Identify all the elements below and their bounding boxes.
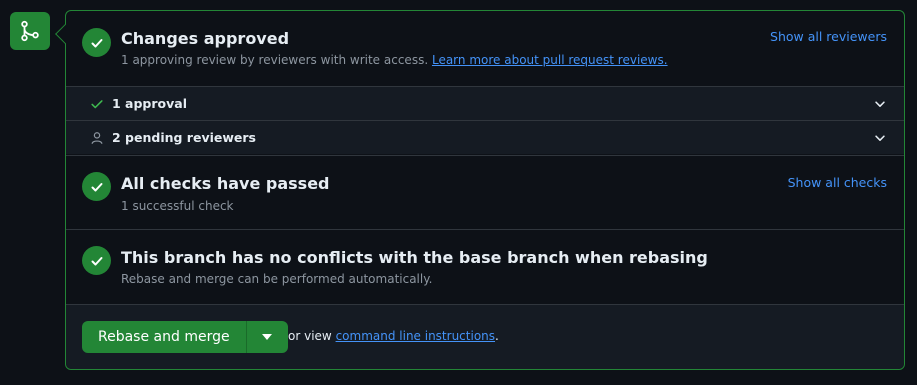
merge-footer: Rebase and merge or view command line in…	[66, 304, 904, 369]
show-all-checks-link[interactable]: Show all checks	[788, 175, 887, 190]
git-merge-icon	[21, 20, 39, 42]
pending-reviewers-row[interactable]: 2 pending reviewers	[66, 120, 904, 154]
or-view-label: or view	[288, 329, 332, 343]
approvals-row[interactable]: 1 approval	[66, 86, 904, 120]
conflicts-section: This branch has no conflicts with the ba…	[66, 230, 904, 305]
checks-section: All checks have passed 1 successful chec…	[66, 156, 904, 229]
person-icon	[90, 131, 104, 145]
caret-down-icon	[262, 334, 273, 340]
merge-button-group: Rebase and merge	[82, 321, 288, 353]
approved-check-icon	[82, 28, 111, 57]
reviews-subtitle-text: 1 approving review by reviewers with wri…	[121, 53, 429, 67]
show-all-reviewers-link[interactable]: Show all reviewers	[770, 29, 887, 44]
git-merge-badge	[10, 12, 50, 50]
merge-box: Changes approved 1 approving review by r…	[55, 10, 905, 370]
chevron-down-icon	[875, 135, 885, 141]
conflicts-subtitle: Rebase and merge can be performed automa…	[121, 272, 433, 286]
merge-method-dropdown[interactable]	[246, 321, 288, 353]
checks-subtitle: 1 successful check	[121, 199, 234, 213]
pending-reviewers-label: 2 pending reviewers	[112, 130, 256, 145]
or-view-text: or view command line instructions.	[288, 329, 499, 343]
chevron-down-icon	[875, 101, 885, 107]
reviews-title: Changes approved	[121, 29, 290, 48]
learn-more-link[interactable]: Learn more about pull request reviews.	[432, 53, 668, 67]
trailing-period: .	[495, 329, 499, 343]
reviews-subtitle: 1 approving review by reviewers with wri…	[121, 53, 668, 67]
conflicts-title: This branch has no conflicts with the ba…	[121, 248, 708, 267]
no-conflicts-icon	[82, 246, 111, 275]
reviews-section: Changes approved 1 approving review by r…	[66, 11, 904, 86]
approvals-label: 1 approval	[112, 96, 187, 111]
rebase-and-merge-button[interactable]: Rebase and merge	[82, 321, 247, 353]
checks-title: All checks have passed	[121, 174, 330, 193]
checks-passed-icon	[82, 172, 111, 201]
check-icon	[90, 97, 104, 111]
command-line-instructions-link[interactable]: command line instructions	[336, 329, 495, 343]
